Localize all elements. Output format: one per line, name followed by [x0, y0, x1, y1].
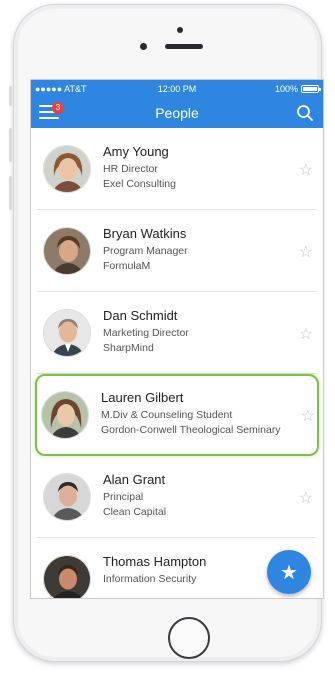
search-button[interactable] [296, 104, 314, 122]
person-company: Gordon-Conwell Theological Seminary [101, 424, 281, 436]
person-title: Program Manager [103, 245, 188, 257]
avatar [41, 391, 89, 439]
person-name: Thomas Hampton [103, 554, 207, 569]
front-camera [177, 27, 183, 33]
app-header: 3 People [31, 98, 323, 128]
person-row-amy-young[interactable]: Amy Young HR Director Exel Consulting ☆ [37, 128, 317, 210]
people-list: Amy Young HR Director Exel Consulting ☆ … [31, 128, 323, 598]
person-row-dan-schmidt[interactable]: Dan Schmidt Marketing Director SharpMind… [37, 292, 317, 374]
search-icon [297, 105, 313, 121]
person-row-lauren-gilbert[interactable]: Lauren Gilbert M.Div & Counseling Studen… [35, 374, 319, 456]
person-company: Exel Consulting [103, 178, 176, 190]
favorite-star-icon[interactable]: ☆ [299, 160, 313, 180]
notification-badge: 3 [52, 102, 64, 114]
favorite-star-icon[interactable]: ☆ [299, 324, 313, 344]
favorites-fab-button[interactable]: ★ [267, 550, 311, 594]
page-title: People [155, 105, 199, 121]
person-name: Alan Grant [103, 472, 166, 487]
earpiece-speaker [165, 44, 203, 49]
person-company: Clean Capital [103, 506, 167, 518]
avatar [43, 473, 91, 521]
person-company: SharpMind [103, 342, 154, 354]
avatar [43, 309, 91, 357]
person-name: Lauren Gilbert [101, 390, 184, 405]
person-row-alan-grant[interactable]: Alan Grant Principal Clean Capital ☆ [37, 456, 317, 538]
person-title: HR Director [103, 163, 158, 175]
volume-up-button [9, 128, 12, 162]
person-name: Bryan Watkins [103, 226, 187, 241]
favorite-star-icon[interactable]: ☆ [301, 406, 315, 426]
menu-button[interactable]: 3 [39, 102, 64, 121]
avatar [43, 555, 91, 598]
mute-switch [9, 86, 12, 106]
battery-icon [301, 85, 321, 93]
app-screen: ●●●●● AT&T 12:00 PM 100% 3 People Amy Yo… [30, 79, 324, 599]
person-name: Dan Schmidt [103, 308, 178, 323]
person-title: Marketing Director [103, 327, 189, 339]
favorite-star-icon[interactable]: ☆ [299, 488, 313, 508]
star-icon: ★ [280, 561, 298, 584]
battery-indicator: 100% [274, 84, 321, 94]
person-row-bryan-watkins[interactable]: Bryan Watkins Program Manager FormulaM ☆ [37, 210, 317, 292]
proximity-sensor [140, 43, 147, 50]
avatar [43, 145, 91, 193]
person-title: Principal [103, 491, 144, 503]
person-company: FormulaM [103, 260, 151, 272]
battery-percent: 100% [274, 84, 298, 94]
status-bar: ●●●●● AT&T 12:00 PM 100% [31, 80, 323, 98]
person-name: Amy Young [103, 144, 169, 159]
avatar [43, 227, 91, 275]
favorite-star-icon[interactable]: ☆ [299, 242, 313, 262]
home-button[interactable] [168, 617, 210, 659]
person-title: M.Div & Counseling Student [101, 409, 233, 421]
volume-down-button [9, 176, 12, 210]
person-title: Information Security [103, 573, 197, 585]
